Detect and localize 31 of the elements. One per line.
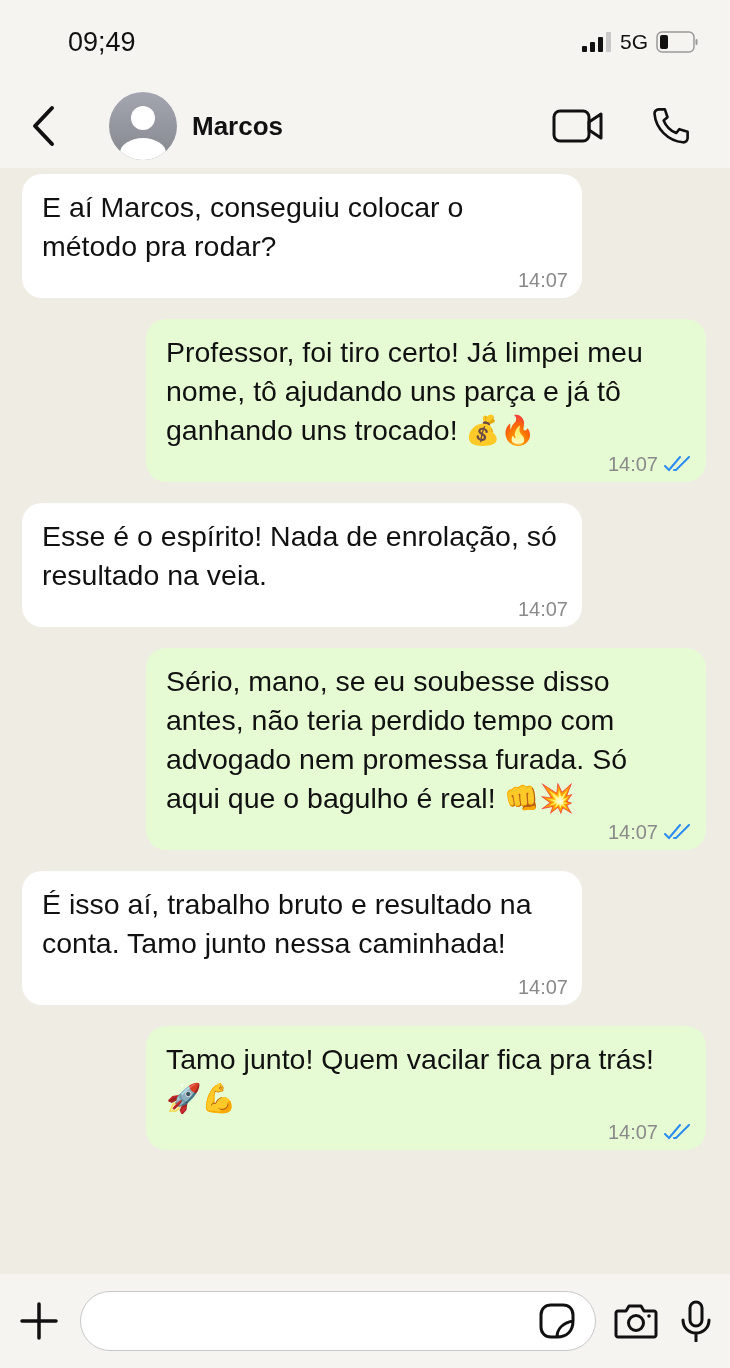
message-time: 14:07 [607,820,658,845]
status-time: 09;49 [68,26,136,58]
sent-message[interactable]: Sério, mano, se eu soubesse disso antes, não teria perdido tempo com advogado nem promessa furada. Só aqui que o bagulho é real! 👊💥 14:07 [146,648,706,850]
message-time: 14:07 [607,1120,658,1145]
plus-icon[interactable] [20,1302,58,1340]
received-message[interactable]: É isso aí, trabalho bruto e resultado na conta. Tamo junto nessa caminhada! 14:07 [22,871,582,1005]
sent-message[interactable]: Tamo junto! Quem vacilar fica pra trás! 🚀💪 14:07 [146,1026,706,1150]
phone-icon[interactable] [650,105,692,147]
sent-message[interactable]: Professor, foi tiro certo! Já limpei meu nome, tô ajudando uns parça e já tô ganhando uns trocado! 💰🔥 14:07 [146,319,706,482]
network-label: 5G [620,30,648,54]
message-text: Professor, foi tiro certo! Já limpei meu nome, tô ajudando uns parça e já tô ganhando uns trocado! 💰🔥 [166,335,644,448]
contact-name[interactable]: Marcos [192,110,552,142]
camera-icon[interactable] [614,1303,658,1339]
message-time: 14:07 [517,597,568,622]
received-message[interactable]: Esse é o espírito! Nada de enrolação, só resultado na veia. 14:07 [22,503,582,627]
message-text: É isso aí, trabalho bruto e resultado na conta. Tamo junto nessa caminhada! [42,887,533,961]
message-text: Tamo junto! Quem vacilar fica pra trás! 🚀💪 [166,1042,655,1116]
video-call-icon[interactable] [552,109,604,143]
message-time: 14:07 [607,452,658,477]
battery-icon [656,31,698,53]
message-text: E aí Marcos, conseguiu colocar o método pra rodar? [42,190,465,264]
signal-icon [582,32,612,52]
message-text: Sério, mano, se eu soubesse disso antes, não teria perdido tempo com advogado nem promessa furada. Só aqui que o bagulho é real! 👊💥 [166,664,629,816]
message-text: Esse é o espírito! Nada de enrolação, só resultado na veia. [42,519,558,593]
back-icon[interactable] [30,105,56,147]
avatar-icon[interactable] [108,91,178,161]
received-message[interactable]: E aí Marcos, conseguiu colocar o método pra rodar? 14:07 [22,174,582,298]
sticker-icon[interactable] [539,1303,575,1339]
message-time: 14:07 [517,975,568,1000]
microphone-icon[interactable] [680,1300,712,1342]
message-time: 14:07 [517,268,568,293]
